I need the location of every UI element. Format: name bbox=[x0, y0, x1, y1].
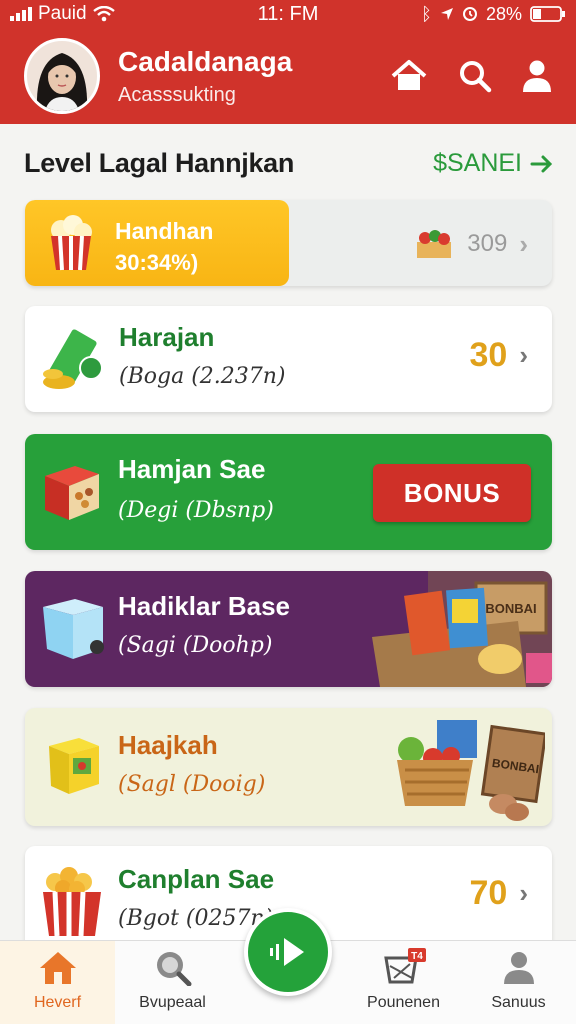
globe-search-icon bbox=[156, 952, 191, 986]
card-subtitle: (Bgot (0257n) bbox=[118, 906, 274, 931]
search-icon[interactable] bbox=[458, 59, 492, 93]
card-title: Handhan bbox=[115, 218, 214, 244]
card-subtitle: 30:34%) bbox=[115, 250, 199, 275]
card-subtitle: (Degi (Dbsnp) bbox=[118, 498, 274, 523]
nav-orders[interactable]: T4 Pounenen bbox=[346, 941, 461, 1024]
card-title: Canplan Sae bbox=[118, 864, 275, 894]
card-subtitle: (Sagl (Dooig) bbox=[118, 772, 266, 797]
nav-badge: T4 bbox=[411, 951, 423, 962]
popcorn-bucket-icon bbox=[43, 867, 101, 937]
card-value: 30 bbox=[469, 336, 508, 374]
level-card-hamjan-sae[interactable]: Hamjan Sae (Degi (Dbsnp) BONUS bbox=[25, 434, 552, 550]
card-title: Hamjan Sae bbox=[118, 454, 266, 484]
profile-name: Cadaldanaga bbox=[118, 45, 293, 77]
popcorn-bucket-icon bbox=[51, 215, 92, 271]
nav-label: Pounenen bbox=[367, 994, 440, 1011]
section-header: Level Lagal Hannjkan $SANEI bbox=[24, 148, 554, 179]
section-title: Level Lagal Hannjkan bbox=[24, 148, 295, 178]
nav-label: Heverf bbox=[33, 994, 82, 1011]
level-card-harajan[interactable]: Harajan (Boga (2.237n) 30 › bbox=[25, 306, 552, 412]
nav-profile[interactable]: Sanuus bbox=[461, 941, 576, 1024]
level-card-haajkah[interactable]: Haajkah (Sagl (Dooig) BONBAI bbox=[25, 708, 552, 826]
level-card-handhan[interactable]: Handhan 30:34%) 309 › bbox=[25, 200, 552, 286]
play-icon bbox=[270, 938, 304, 966]
cash-coins-icon bbox=[43, 329, 103, 389]
nav-home[interactable]: Heverf bbox=[0, 941, 115, 1024]
card-subtitle: (Sagi (Doohp) bbox=[118, 633, 273, 658]
home-icon bbox=[39, 952, 76, 984]
card-title: Haajkah bbox=[118, 730, 218, 760]
chevron-right-icon: › bbox=[519, 228, 528, 259]
status-bar: Pauid 11: FM ᛒ 28% bbox=[0, 0, 576, 28]
avatar[interactable] bbox=[24, 38, 100, 114]
cart-icon: T4 bbox=[383, 948, 426, 984]
gift-box-icon bbox=[45, 466, 99, 520]
card-title: Harajan bbox=[119, 322, 215, 352]
card-value: 70 bbox=[469, 874, 508, 912]
chevron-right-icon: › bbox=[519, 340, 528, 370]
level-card-hadiklar-base[interactable]: Hadiklar Base (Sagi (Doohp) BONBAI bbox=[25, 571, 552, 687]
fruit-basket-icon: BONBAI bbox=[397, 720, 545, 821]
chevron-right-icon: › bbox=[519, 878, 528, 908]
see-all-link[interactable]: $SANEI bbox=[433, 149, 554, 178]
wooden-crate-icon: BONBAI bbox=[372, 571, 552, 687]
arrow-right-icon bbox=[530, 155, 553, 172]
see-all-label: $SANEI bbox=[433, 149, 522, 177]
nav-label: Sanuus bbox=[491, 994, 546, 1011]
profile-subtitle: Acasssukting bbox=[118, 83, 236, 106]
storage-bin-icon bbox=[43, 599, 104, 659]
app-header: Cadaldanaga Acasssukting bbox=[0, 28, 576, 124]
user-icon[interactable] bbox=[522, 59, 552, 93]
play-fab-button[interactable] bbox=[244, 908, 332, 996]
card-value: 309 bbox=[467, 230, 508, 257]
fruit-crate-icon bbox=[417, 230, 452, 258]
yellow-box-icon bbox=[49, 738, 99, 794]
home-icon[interactable] bbox=[390, 59, 428, 93]
bonus-button[interactable]: BONUS bbox=[373, 464, 531, 522]
card-subtitle: (Boga (2.237n) bbox=[119, 364, 286, 389]
profile-icon bbox=[503, 952, 534, 984]
card-title: Hadiklar Base bbox=[118, 591, 290, 621]
nav-label: Bvupeaal bbox=[139, 994, 206, 1011]
nav-explore[interactable]: Bvupeaal bbox=[115, 941, 230, 1024]
crate-label: BONBAI bbox=[485, 601, 536, 616]
clock: 11: FM bbox=[257, 2, 319, 25]
